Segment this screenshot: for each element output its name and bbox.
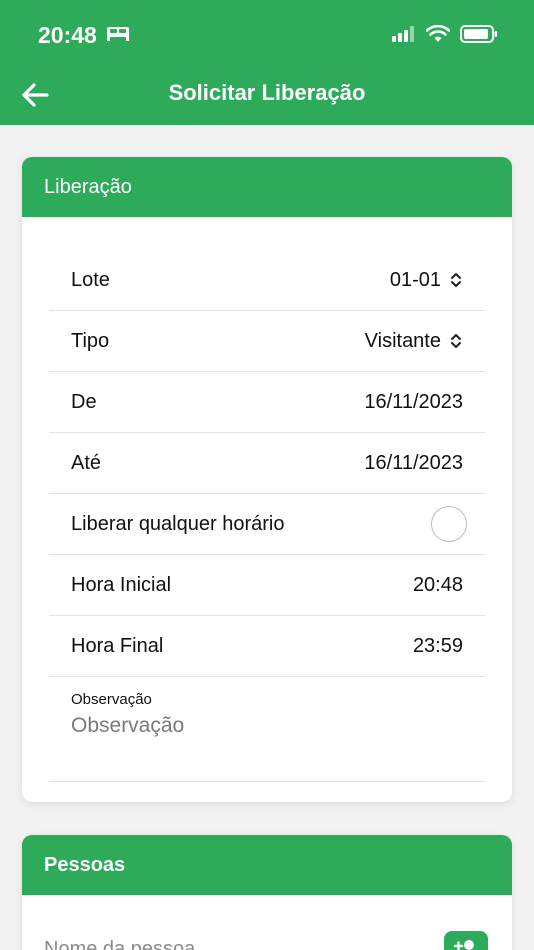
tipo-label: Tipo bbox=[71, 329, 110, 352]
liberacao-header: Liberação bbox=[22, 157, 512, 217]
add-person-button[interactable] bbox=[444, 931, 488, 950]
de-date-picker[interactable]: 16/11/2023 bbox=[364, 391, 463, 414]
observacao-label: Observação bbox=[71, 691, 152, 708]
app-header: 20:48 Solicitar Liberação bbox=[0, 0, 534, 125]
bed-icon bbox=[105, 22, 131, 49]
ate-row[interactable]: Até 16/11/2023 bbox=[49, 433, 485, 494]
hora-final-row[interactable]: Hora Final 23:59 bbox=[49, 616, 485, 677]
nome-pessoa-input[interactable]: Nome da pessoa bbox=[44, 938, 195, 950]
ate-date-picker[interactable]: 16/11/2023 bbox=[364, 452, 463, 475]
lote-row[interactable]: Lote 01-01 bbox=[49, 250, 485, 311]
lote-value: 01-01 bbox=[389, 268, 441, 291]
hora-final-picker[interactable]: 23:59 bbox=[413, 635, 463, 658]
qualquer-horario-label: Liberar qualquer horário bbox=[71, 512, 285, 535]
pessoas-card: Pessoas Nome da pessoa bbox=[22, 835, 512, 950]
observacao-field[interactable]: Observação Observação bbox=[49, 677, 485, 782]
de-row[interactable]: De 16/11/2023 bbox=[49, 372, 485, 433]
hora-final-label: Hora Final bbox=[71, 634, 164, 657]
observacao-input[interactable]: Observação bbox=[71, 714, 463, 738]
status-bar-left: 20:48 bbox=[38, 22, 131, 49]
tipo-row[interactable]: Tipo Visitante bbox=[49, 311, 485, 372]
ate-label: Até bbox=[71, 451, 102, 474]
liberacao-form: Lote 01-01 Tipo Visitante De 16/11/2023 … bbox=[49, 250, 485, 782]
status-time: 20:48 bbox=[38, 22, 97, 48]
pessoas-header: Pessoas bbox=[22, 835, 512, 895]
hora-inicial-label: Hora Inicial bbox=[71, 573, 172, 596]
qualquer-horario-row[interactable]: Liberar qualquer horário bbox=[49, 494, 485, 555]
page-title: Solicitar Liberação bbox=[168, 80, 366, 105]
qualquer-horario-radio[interactable] bbox=[431, 506, 467, 542]
lote-label: Lote bbox=[71, 268, 110, 291]
status-bar-right bbox=[392, 24, 498, 49]
wifi-icon bbox=[425, 24, 451, 48]
lote-select[interactable]: 01-01 bbox=[390, 269, 463, 292]
signal-icon bbox=[392, 26, 416, 47]
tipo-select[interactable]: Visitante bbox=[365, 330, 463, 353]
chevron-up-down-icon bbox=[451, 273, 461, 287]
hora-inicial-row[interactable]: Hora Inicial 20:48 bbox=[49, 555, 485, 616]
liberacao-card: Liberação Lote 01-01 Tipo Visitante De 1… bbox=[22, 157, 512, 802]
de-label: De bbox=[71, 390, 97, 413]
tipo-value: Visitante bbox=[364, 329, 441, 352]
hora-inicial-picker[interactable]: 20:48 bbox=[413, 574, 463, 597]
add-person-icon bbox=[453, 940, 474, 950]
pessoa-row: Nome da pessoa bbox=[44, 931, 488, 950]
battery-icon bbox=[460, 24, 498, 49]
chevron-up-down-icon bbox=[451, 334, 461, 348]
